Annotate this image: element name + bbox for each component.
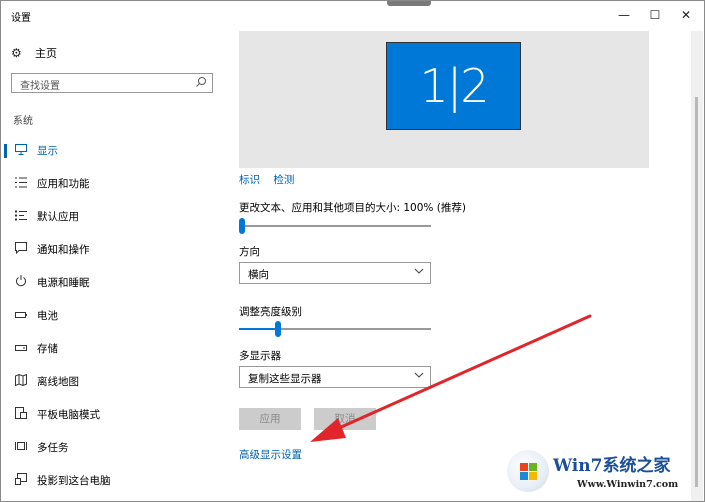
watermark-title: Win7系统之家	[553, 456, 671, 476]
watermark: Win7系统之家 Www.Winwin7.com	[505, 448, 701, 498]
watermark-url: Www.Winwin7.com	[577, 479, 679, 490]
windows-flag-icon	[520, 463, 538, 481]
annotation-arrow	[310, 314, 592, 442]
windows-logo	[507, 450, 549, 492]
